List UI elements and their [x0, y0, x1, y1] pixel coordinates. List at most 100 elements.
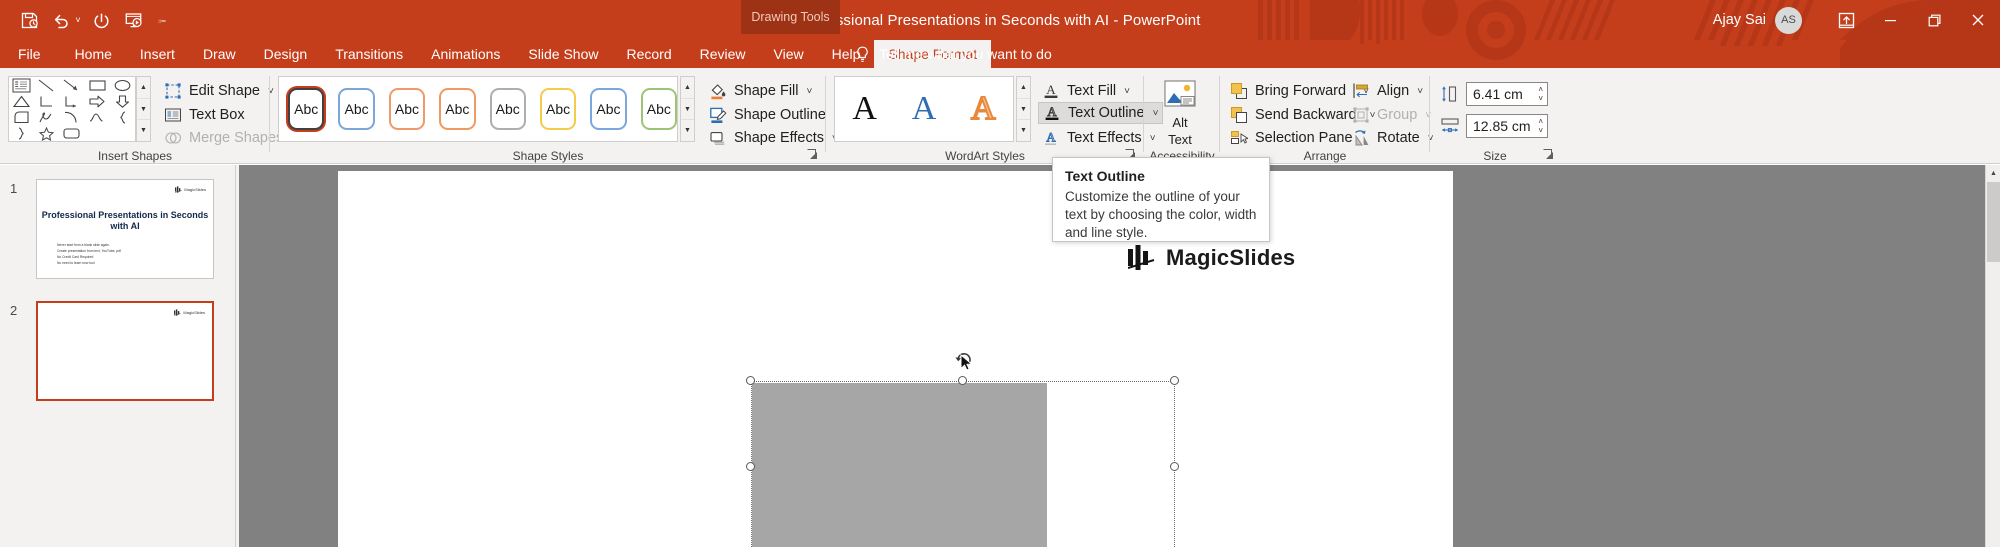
vertical-scrollbar[interactable]: ▲ — [1985, 165, 2000, 547]
oval-shape[interactable] — [110, 77, 135, 93]
rotate-button[interactable]: Rotate ˅ — [1348, 127, 1438, 149]
gallery-scroll-up-icon[interactable]: ▲ — [137, 77, 150, 99]
tell-me-box[interactable]: Tell me what you want to do — [849, 40, 1052, 68]
wordart-swatch[interactable]: A — [852, 92, 877, 126]
insert-shapes-gallery[interactable] — [8, 76, 136, 142]
save-icon[interactable] — [14, 5, 44, 35]
shape-style-swatch[interactable]: Abc — [338, 88, 375, 130]
handle-top-right[interactable] — [1170, 376, 1179, 385]
current-slide[interactable]: MagicSlides — [338, 171, 1453, 547]
wordart-swatch[interactable]: A — [912, 92, 937, 126]
tab-home[interactable]: Home — [61, 40, 126, 68]
tab-review[interactable]: Review — [686, 40, 760, 68]
line-shape[interactable] — [34, 77, 59, 93]
shape-style-swatch[interactable]: Abc — [489, 88, 526, 130]
handle-middle-right[interactable] — [1170, 462, 1179, 471]
scroll-up-icon[interactable]: ▲ — [1986, 165, 2000, 181]
elbow-arrow-connector-shape[interactable] — [59, 93, 84, 109]
avatar[interactable]: AS — [1775, 6, 1802, 34]
shape-effects-button[interactable]: Shape Effects ˅ — [705, 127, 842, 149]
shape-style-swatch[interactable]: Abc — [288, 88, 325, 130]
shape-style-swatch[interactable]: Abc — [539, 88, 577, 130]
close-icon[interactable] — [1956, 0, 2000, 40]
handle-middle-left[interactable] — [746, 462, 755, 471]
textbox-shape[interactable] — [9, 77, 34, 93]
shape-styles-more-icon[interactable]: ▼ — [681, 120, 694, 141]
shape-fill-caret[interactable]: ˅ — [806, 86, 812, 97]
shape-height-input[interactable]: 6.41 cm ˄ ˅ — [1466, 82, 1548, 106]
shape-outline-button[interactable]: Shape Outline ˅ — [705, 104, 844, 126]
redo-icon[interactable] — [86, 5, 116, 35]
customize-qat-icon[interactable]: ⩴ — [156, 15, 168, 26]
tab-view[interactable]: View — [760, 40, 818, 68]
selected-shape[interactable] — [746, 353, 1179, 547]
shape-fill-button[interactable]: Shape Fill ˅ — [705, 80, 816, 102]
handle-top-center[interactable] — [958, 376, 967, 385]
rectangle-shape[interactable] — [85, 77, 110, 93]
alt-text-button[interactable]: Alt Text — [1150, 74, 1210, 154]
line-arrow-shape[interactable] — [59, 77, 84, 93]
rounded-rectangle-shape[interactable] — [59, 126, 84, 141]
pie-shape[interactable] — [9, 110, 34, 126]
shape-style-swatch[interactable]: Abc — [439, 88, 476, 130]
insert-shapes-scroll[interactable]: ▲ ▼ ▼ — [136, 76, 151, 142]
right-brace-shape[interactable] — [9, 126, 34, 141]
star-shape[interactable] — [34, 126, 59, 141]
shape-style-swatch[interactable]: Abc — [640, 88, 677, 130]
gallery-scroll-down-icon[interactable]: ▼ — [137, 99, 150, 121]
user-name[interactable]: Ajay Sai — [1713, 12, 1766, 28]
wordart-styles-scroll[interactable]: ▲ ▼ ▼ — [1016, 76, 1031, 142]
shape-width-stepper[interactable]: ˄ ˅ — [1538, 115, 1543, 137]
shape-style-swatch[interactable]: Abc — [388, 88, 426, 130]
shape-styles-scroll-up-icon[interactable]: ▲ — [681, 77, 694, 99]
shape-styles-scroll-down-icon[interactable]: ▼ — [681, 99, 694, 121]
right-arrow-shape[interactable] — [85, 93, 110, 109]
ribbon-display-options-icon[interactable] — [1824, 0, 1868, 40]
tab-transitions[interactable]: Transitions — [321, 40, 417, 68]
text-effects-button[interactable]: A Text Effects ˅ — [1038, 127, 1160, 149]
text-fill-caret[interactable]: ˅ — [1124, 86, 1130, 97]
minimize-icon[interactable] — [1868, 0, 1912, 40]
start-from-beginning-icon[interactable] — [118, 5, 148, 35]
slide-thumbnail-2[interactable]: MagicSlides — [36, 301, 214, 401]
handle-top-left[interactable] — [746, 376, 755, 385]
wordart-more-icon[interactable]: ▼ — [1017, 120, 1030, 141]
align-button[interactable]: Align ˅ — [1348, 80, 1427, 102]
undo-dropdown-caret[interactable]: ˅ — [72, 15, 84, 25]
wordart-scroll-up-icon[interactable]: ▲ — [1017, 77, 1030, 99]
edit-shape-button[interactable]: Edit Shape ˅ — [160, 80, 278, 102]
tab-slide-show[interactable]: Slide Show — [514, 40, 612, 68]
wordart-styles-gallery[interactable]: A A A — [834, 76, 1014, 142]
down-arrow-shape[interactable] — [110, 93, 135, 109]
wordart-scroll-down-icon[interactable]: ▼ — [1017, 99, 1030, 121]
restore-icon[interactable] — [1912, 0, 1956, 40]
tab-design[interactable]: Design — [250, 40, 322, 68]
shape-style-swatch[interactable]: Abc — [590, 88, 627, 130]
tab-draw[interactable]: Draw — [189, 40, 250, 68]
wordart-swatch[interactable]: A — [970, 91, 997, 127]
shape-styles-scroll[interactable]: ▲ ▼ ▼ — [680, 76, 695, 142]
triangle-shape[interactable] — [9, 93, 34, 109]
align-caret[interactable]: ˅ — [1417, 86, 1423, 97]
text-box-button[interactable]: Text Box — [160, 104, 249, 126]
gallery-more-icon[interactable]: ▼ — [137, 120, 150, 141]
text-fill-button[interactable]: A Text Fill ˅ — [1038, 80, 1134, 102]
slide-thumbnail-panel[interactable]: 1 MagicSlides Professional Presentations… — [0, 165, 236, 547]
curve-shape[interactable] — [85, 110, 110, 126]
slide-thumbnail-1[interactable]: MagicSlides Professional Presentations i… — [36, 179, 214, 279]
selection-pane-button[interactable]: Selection Pane — [1226, 127, 1357, 149]
tab-file[interactable]: File — [0, 40, 61, 68]
slide-thumbnail-row[interactable]: 1 MagicSlides Professional Presentations… — [0, 171, 236, 291]
shape-styles-gallery[interactable]: Abc Abc Abc Abc Abc Abc Abc Abc — [278, 76, 678, 142]
left-brace-shape[interactable] — [110, 110, 135, 126]
slide-thumbnail-row[interactable]: 2 MagicSlides — [0, 293, 236, 413]
elbow-connector-shape[interactable] — [34, 93, 59, 109]
shape-width-input[interactable]: 12.85 cm ˄ ˅ — [1466, 114, 1548, 138]
shape-height-stepper[interactable]: ˄ ˅ — [1538, 83, 1543, 105]
tab-animations[interactable]: Animations — [417, 40, 514, 68]
tab-insert[interactable]: Insert — [126, 40, 189, 68]
scribble-shape[interactable] — [34, 110, 59, 126]
tab-record[interactable]: Record — [612, 40, 685, 68]
scrollbar-thumb[interactable] — [1987, 182, 2000, 262]
arc-shape[interactable] — [59, 110, 84, 126]
